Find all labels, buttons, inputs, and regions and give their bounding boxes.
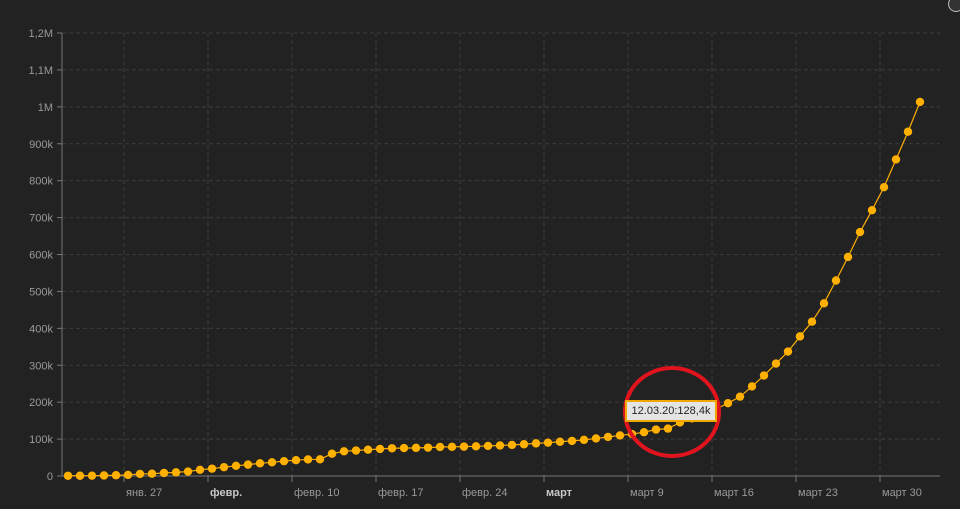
y-tick-label: 800k xyxy=(29,176,53,188)
data-point xyxy=(207,464,217,473)
series-line xyxy=(67,101,921,477)
data-point xyxy=(387,444,397,453)
data-point xyxy=(879,182,889,192)
line-chart: 0 100k 200k 300k 400k 500k 600k 700k 800k 900k 1M 1… xyxy=(29,28,940,499)
data-point xyxy=(579,435,589,445)
data-point xyxy=(327,449,337,458)
x-tick-label: февр. 10 xyxy=(294,487,339,499)
data-point xyxy=(435,442,445,452)
data-point xyxy=(231,461,241,471)
data-point xyxy=(807,317,817,326)
y-tick-label: 600k xyxy=(29,250,53,262)
x-tick-label: янв. 27 xyxy=(126,487,162,499)
data-point xyxy=(891,155,901,164)
data-point xyxy=(171,468,181,477)
y-tick-label: 900k xyxy=(29,139,53,151)
data-point xyxy=(75,471,85,480)
data-point xyxy=(555,437,565,446)
data-point xyxy=(855,227,865,237)
y-tick-label: 1,1M xyxy=(29,65,53,77)
data-point xyxy=(87,471,97,480)
data-point xyxy=(567,436,577,446)
y-tick-label: 1M xyxy=(38,102,53,114)
data-tooltip: 12.03.20:128,4k xyxy=(625,400,717,422)
data-point xyxy=(459,442,469,451)
y-tick-label: 700k xyxy=(29,213,53,225)
x-tick-label: февр. 24 xyxy=(462,487,507,499)
y-tick-label: 0 xyxy=(47,471,53,483)
data-point xyxy=(447,442,457,452)
data-point xyxy=(291,455,301,465)
data-point xyxy=(147,469,157,478)
data-point xyxy=(543,438,553,447)
data-point xyxy=(159,468,169,478)
data-point xyxy=(495,441,505,450)
data-point xyxy=(471,442,481,451)
data-point xyxy=(339,447,349,456)
data-point xyxy=(183,467,193,476)
data-point xyxy=(903,127,913,136)
y-tick-label: 300k xyxy=(29,360,53,372)
data-point xyxy=(519,440,529,449)
data-point xyxy=(375,444,385,454)
data-point xyxy=(735,392,745,401)
y-tick-label: 400k xyxy=(29,323,53,335)
data-point xyxy=(351,446,361,455)
data-point xyxy=(219,462,229,472)
data-point xyxy=(531,439,541,448)
data-point xyxy=(783,347,793,356)
data-point xyxy=(819,299,829,308)
data-point xyxy=(723,399,733,408)
x-tick-label: февр. 17 xyxy=(378,487,423,499)
data-point xyxy=(831,276,841,285)
data-point xyxy=(399,443,409,453)
x-tick-label: март xyxy=(546,487,573,499)
data-point xyxy=(795,332,805,341)
data-point xyxy=(867,205,877,215)
data-point xyxy=(639,428,649,437)
data-point xyxy=(603,432,613,442)
y-tick-label: 200k xyxy=(29,397,53,409)
y-tick-label: 1,2M xyxy=(29,28,53,40)
y-tick-label: 100k xyxy=(29,434,53,446)
y-tick-label: 500k xyxy=(29,286,53,298)
x-tick-label: февр. xyxy=(210,487,242,499)
data-point xyxy=(651,425,661,434)
data-point xyxy=(123,470,133,480)
data-point xyxy=(507,440,517,450)
data-point xyxy=(615,431,625,440)
data-point xyxy=(135,469,145,479)
x-tick-label: март 30 xyxy=(882,487,922,499)
data-point xyxy=(255,459,265,468)
data-point xyxy=(63,471,73,480)
data-point xyxy=(267,458,277,467)
data-point xyxy=(843,252,853,262)
data-point xyxy=(915,97,925,107)
data-point xyxy=(363,445,373,454)
data-point xyxy=(279,456,289,466)
data-point xyxy=(483,441,493,451)
data-point xyxy=(99,471,109,480)
data-point xyxy=(771,359,781,368)
x-tick-label: март 16 xyxy=(714,487,754,499)
data-point xyxy=(411,443,421,453)
data-point xyxy=(111,471,121,480)
data-point xyxy=(423,443,433,452)
x-tick-label: март 9 xyxy=(630,487,664,499)
data-point xyxy=(315,455,325,464)
data-point xyxy=(243,460,253,469)
data-point xyxy=(303,455,313,464)
data-point xyxy=(747,382,757,391)
x-tick-label: март 23 xyxy=(798,487,838,499)
data-point xyxy=(591,434,601,443)
data-point xyxy=(195,465,205,474)
data-point xyxy=(759,371,769,380)
data-point xyxy=(663,424,673,433)
